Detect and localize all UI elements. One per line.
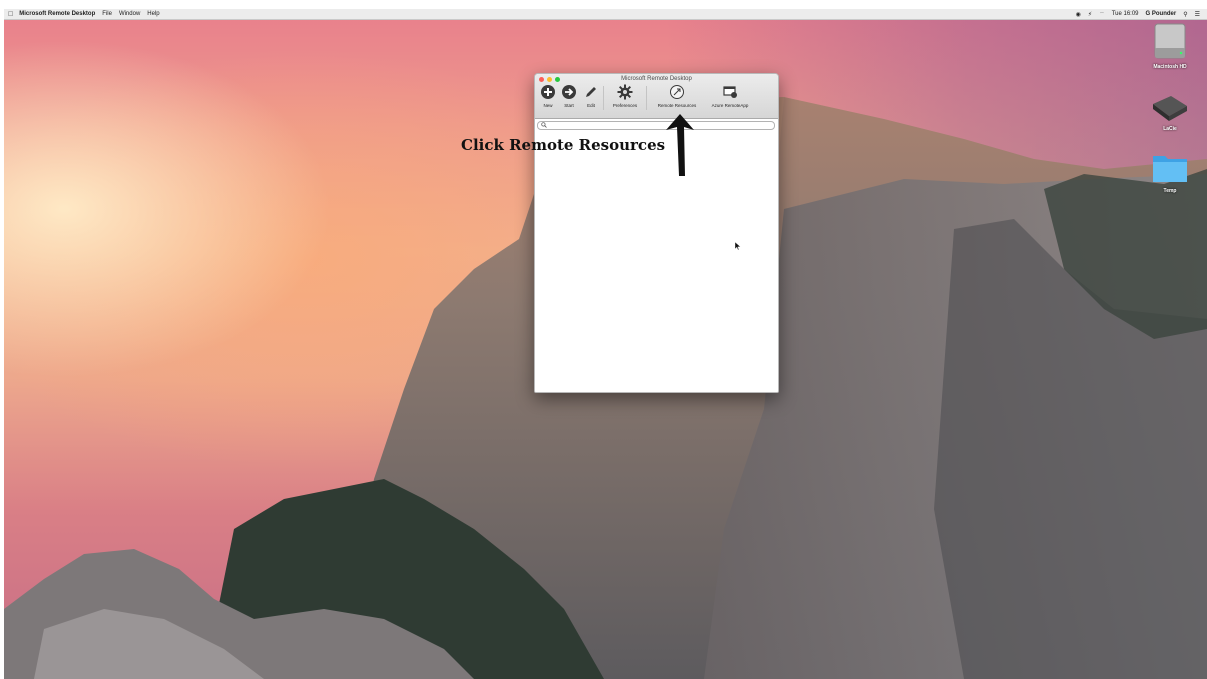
menu-help[interactable]: Help <box>147 11 159 17</box>
desktop-icon-label: Temp <box>1163 188 1177 194</box>
plus-circle-icon <box>541 85 555 99</box>
desktop-icon-label: LaCie <box>1163 126 1177 132</box>
gear-icon <box>617 84 633 100</box>
search-field-frame <box>537 121 775 130</box>
remote-resources-button[interactable]: Remote Resources <box>653 84 701 108</box>
preferences-label: Preferences <box>612 103 638 108</box>
external-drive-icon <box>1153 96 1187 121</box>
window-titlebar[interactable]: Microsoft Remote Desktop New Start Edit … <box>535 74 778 119</box>
spotlight-icon[interactable]: ⚲ <box>1183 11 1187 18</box>
edit-label: Edit <box>587 103 595 108</box>
menu-file[interactable]: File <box>102 11 112 17</box>
remote-desktop-window: Microsoft Remote Desktop New Start Edit … <box>534 73 779 393</box>
menu-clock[interactable]: Tue 16:09 <box>1112 11 1139 17</box>
menu-app-name[interactable]: Microsoft Remote Desktop <box>19 11 95 17</box>
wifi-icon[interactable]: ⌔ <box>1099 10 1105 18</box>
desktop-icon-label: Macintosh HD <box>1153 64 1187 70</box>
search-bar <box>535 119 778 131</box>
remote-resources-icon <box>670 85 684 99</box>
connections-list[interactable] <box>535 131 778 392</box>
start-label: Start <box>564 103 574 108</box>
azure-remoteapp-label: Azure RemoteApp <box>711 103 749 108</box>
search-input[interactable] <box>549 122 769 129</box>
battery-indicator[interactable]: ⚡︎ <box>1088 11 1092 18</box>
desktop-icon-macintosh-hd[interactable]: Macintosh HD <box>1148 22 1192 70</box>
menu-bar:  Microsoft Remote Desktop File Window H… <box>4 9 1207 20</box>
record-icon[interactable]: ◉ <box>1076 11 1081 18</box>
window-title: Microsoft Remote Desktop <box>621 76 692 82</box>
azure-remoteapp-button[interactable]: Azure RemoteApp <box>707 84 753 108</box>
notification-center-icon[interactable]: ☰ <box>1195 11 1200 18</box>
edit-button[interactable]: Edit <box>582 84 600 108</box>
toolbar-separator <box>646 86 647 110</box>
pencil-icon <box>586 87 596 97</box>
apple-logo-icon[interactable]:  <box>8 11 13 18</box>
desktop-icon-temp[interactable]: Temp <box>1148 152 1192 194</box>
toolbar: New Start Edit Preferences Remote Resour… <box>535 84 778 116</box>
menu-window[interactable]: Window <box>119 11 140 17</box>
start-button[interactable]: Start <box>560 84 578 108</box>
mouse-cursor-icon <box>735 242 741 251</box>
new-button[interactable]: New <box>539 84 557 108</box>
annotation-text: Click Remote Resources <box>461 136 666 154</box>
menu-user[interactable]: G Pounder <box>1146 11 1177 17</box>
folder-icon <box>1153 156 1187 182</box>
preferences-button[interactable]: Preferences <box>609 84 641 108</box>
annotation-arrow-icon <box>666 114 694 176</box>
toolbar-separator <box>603 86 604 110</box>
desktop-icon-lacie[interactable]: LaCie <box>1148 94 1192 132</box>
arrow-right-circle-icon <box>562 85 576 99</box>
hard-drive-icon <box>1154 23 1186 59</box>
azure-remoteapp-icon <box>723 86 737 98</box>
search-icon <box>541 122 547 128</box>
menu-status-area: ◉ ⚡︎ ⌔ Tue 16:09 G Pounder ⚲ ☰ <box>1076 10 1207 18</box>
remote-resources-label: Remote Resources <box>657 103 697 108</box>
new-label: New <box>543 103 553 108</box>
